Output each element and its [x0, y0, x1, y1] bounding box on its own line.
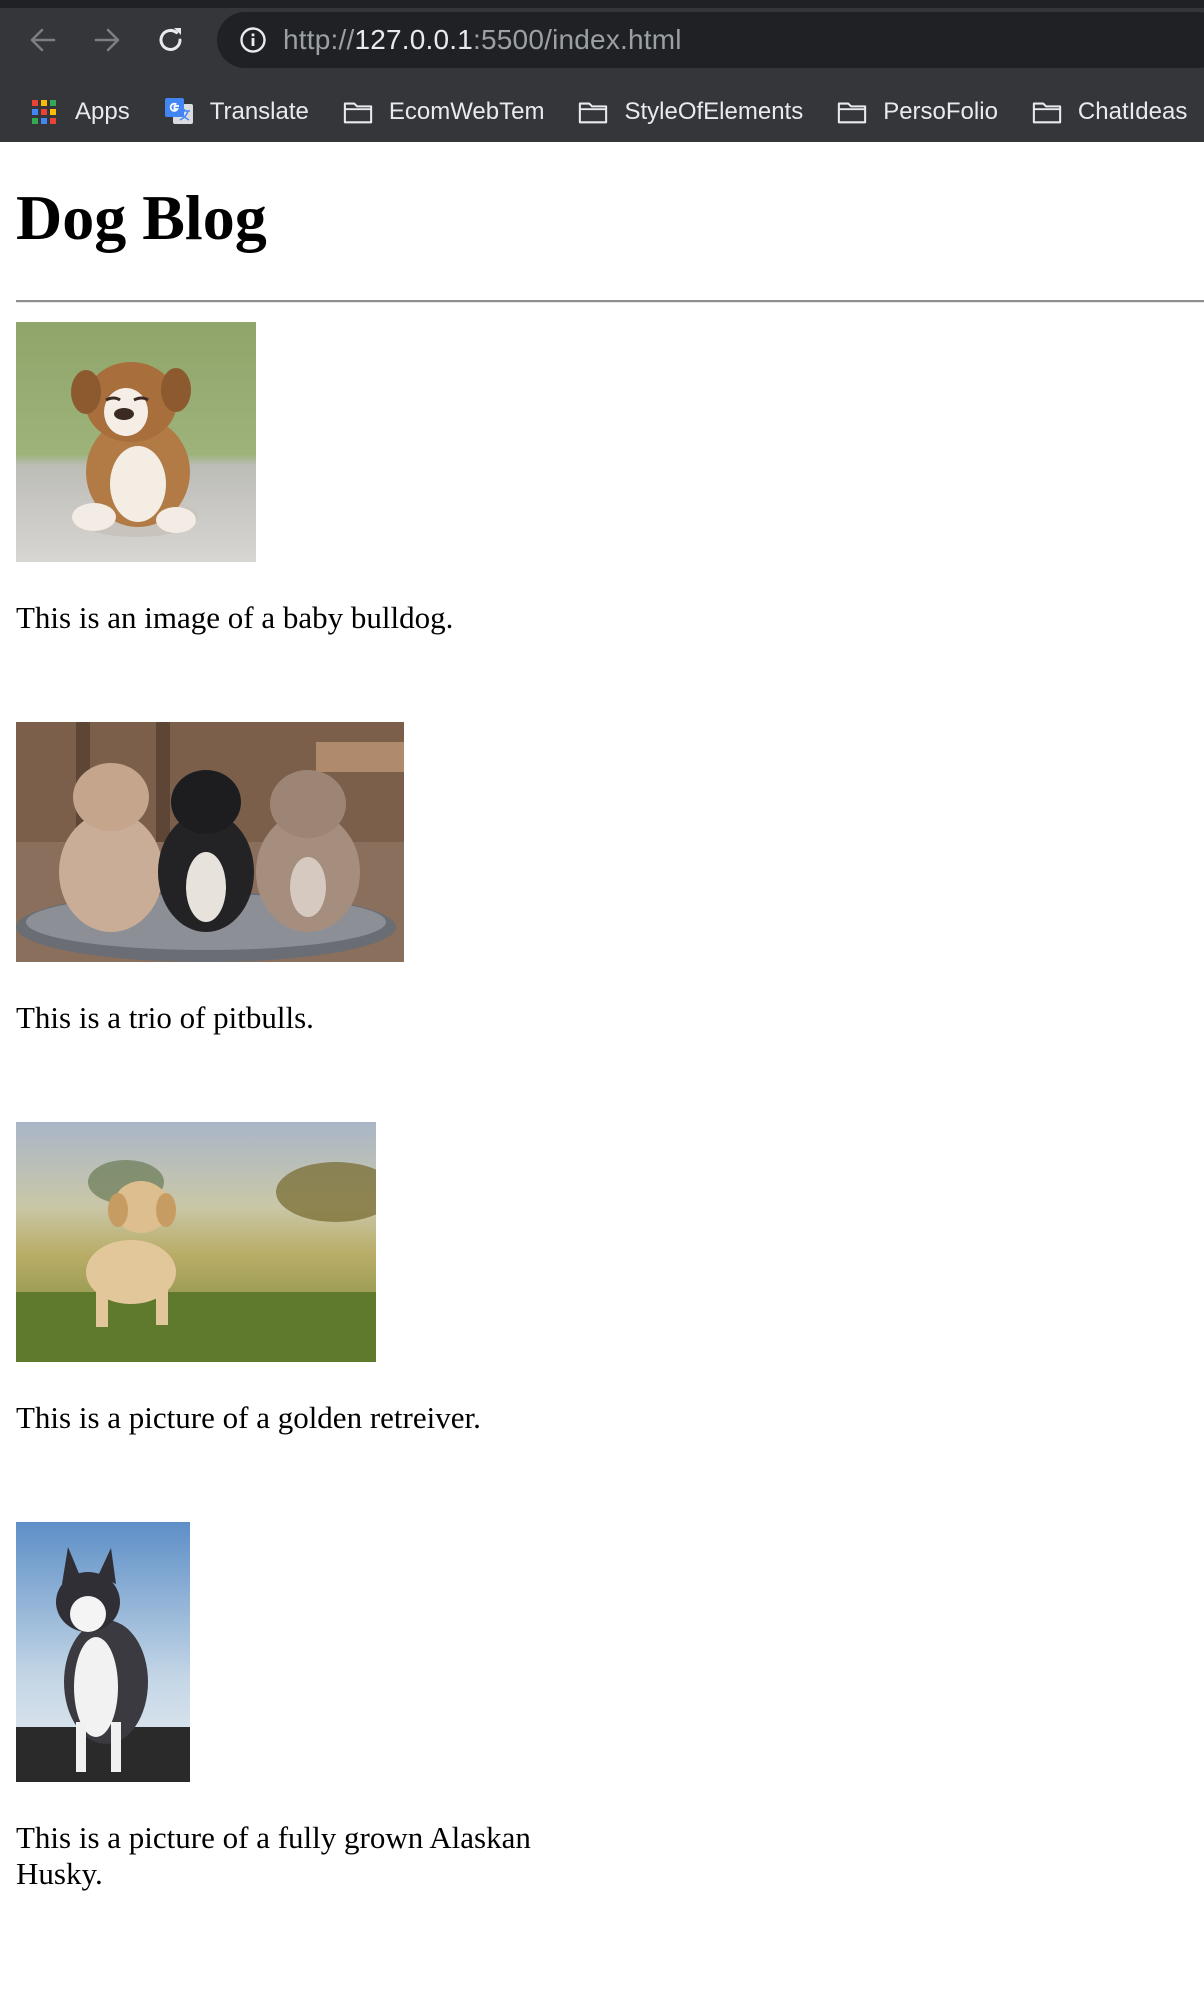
- address-bar[interactable]: http://127.0.0.1:5500/index.html: [217, 12, 1204, 68]
- bookmark-label: Translate: [209, 98, 309, 125]
- bookmark-label: ChatIdeas: [1077, 98, 1188, 125]
- bookmark-folder-chatideas[interactable]: ChatIdeas: [1032, 97, 1187, 127]
- bookmark-label: Apps: [75, 98, 130, 125]
- post-caption: This is an image of a baby bulldog.: [16, 600, 454, 635]
- bookmark-apps[interactable]: Apps: [29, 97, 130, 127]
- post-caption: This is a picture of a golden retreiver.: [16, 1400, 481, 1435]
- bookmark-folder-persofolio[interactable]: PersoFolio: [837, 97, 998, 127]
- browser-chrome: http://127.0.0.1:5500/index.html Apps Tr…: [0, 0, 1204, 142]
- golden-retriever-image: [16, 1122, 376, 1362]
- bookmark-folder-ecomwebtem[interactable]: EcomWebTem: [343, 97, 545, 127]
- bookmark-label: PersoFolio: [883, 98, 998, 125]
- post-caption: This is a picture of a fully grown Alask…: [16, 1820, 531, 1891]
- reload-button[interactable]: [153, 22, 189, 58]
- folder-icon: [837, 97, 867, 127]
- back-button[interactable]: [25, 22, 61, 58]
- translate-icon: [164, 97, 194, 127]
- bookmark-label: EcomWebTem: [388, 98, 545, 125]
- arrow-right-icon: [94, 28, 120, 52]
- folder-icon: [578, 97, 608, 127]
- post-caption: This is a trio of pitbulls.: [16, 1000, 314, 1035]
- url-path: :5500/index.html: [473, 24, 682, 55]
- folder-icon: [343, 97, 373, 127]
- tab-strip-edge: [0, 0, 1204, 8]
- url-text: http://127.0.0.1:5500/index.html: [283, 24, 682, 56]
- arrow-left-icon: [30, 28, 56, 52]
- bookmark-translate[interactable]: Translate: [164, 97, 309, 127]
- forward-button[interactable]: [89, 22, 125, 58]
- apps-grid-icon: [29, 97, 59, 127]
- reload-icon: [159, 28, 182, 51]
- info-icon[interactable]: [239, 26, 267, 54]
- bookmark-folder-styleofelements[interactable]: StyleOfElements: [578, 97, 803, 127]
- pitbulls-image: [16, 722, 404, 962]
- url-host: 127.0.0.1: [354, 24, 474, 55]
- url-scheme: http://: [283, 24, 355, 55]
- bookmark-label: StyleOfElements: [624, 98, 804, 125]
- header-divider: [16, 300, 1204, 303]
- husky-image: [16, 1522, 190, 1782]
- folder-icon: [1032, 97, 1062, 127]
- page-content: Dog Blog This is an image of a baby bull…: [0, 142, 1204, 2008]
- bookmarks-bar: Apps Translate EcomWebTem StyleOfElement…: [0, 84, 1204, 140]
- bulldog-image: [16, 322, 256, 562]
- page-title: Dog Blog: [16, 182, 267, 253]
